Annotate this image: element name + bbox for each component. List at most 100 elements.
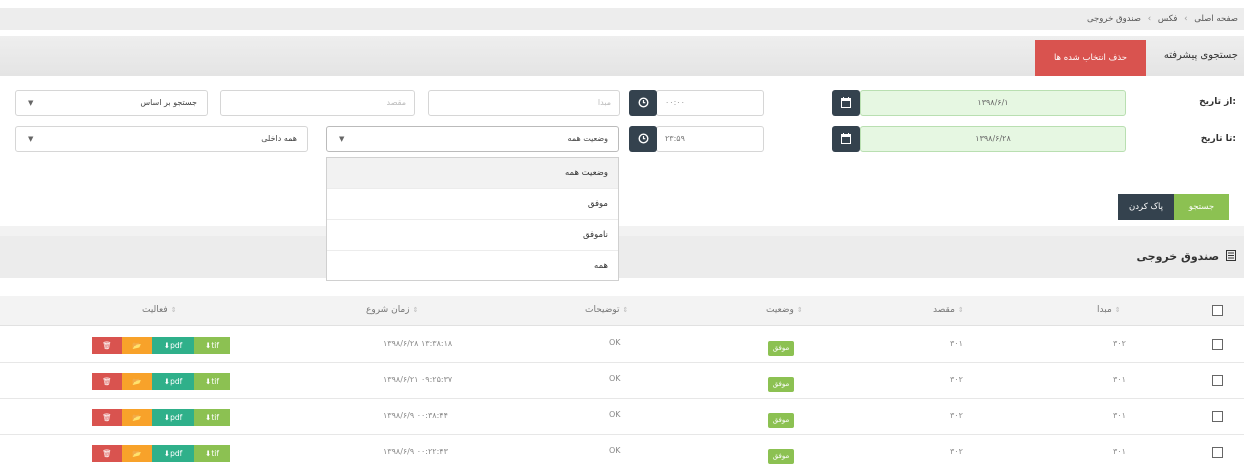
search-by-value: جستجو بر اساس <box>140 98 197 107</box>
breadcrumb-outbox: صندوق خروجی <box>1086 14 1142 24</box>
sort-icon: ⇕ <box>622 306 629 314</box>
trash-icon[interactable]: 🗑 <box>92 409 122 426</box>
download-tif-button[interactable]: ⬇tif <box>194 409 230 426</box>
from-date-input[interactable]: ۱۳۹۸/۶/۱ <box>860 90 1126 116</box>
column-header-activity[interactable]: ⇕فعالیت <box>142 305 177 315</box>
description-cell: OK <box>609 374 621 383</box>
column-header-start-time[interactable]: ⇕زمان شروع <box>366 305 418 315</box>
clock-icon[interactable] <box>629 126 657 152</box>
sort-icon: ⇕ <box>412 306 419 314</box>
download-pdf-button[interactable]: ⬇pdf <box>152 337 194 354</box>
start-time-cell: ۱۳۹۸/۶/۹ ۰۰:۳۸:۴۴ <box>383 411 448 420</box>
internal-select[interactable]: همه داخلی ▼ <box>15 126 308 152</box>
row-actions: 🗑 📂 ⬇pdf ⬇tif <box>92 445 230 462</box>
start-time-cell: ۱۳۹۸/۶/۹ ۰۰:۲۲:۴۳ <box>383 447 448 456</box>
sort-icon: ⇕ <box>957 306 964 314</box>
column-header-origin[interactable]: ⇕مبدا <box>1097 305 1121 315</box>
caret-down-icon: ▼ <box>28 99 34 107</box>
row-checkbox[interactable] <box>1212 339 1223 350</box>
status-badge: موفق <box>768 449 794 464</box>
download-pdf-button[interactable]: ⬇pdf <box>152 445 194 462</box>
clock-icon[interactable] <box>629 90 657 116</box>
origin-input[interactable]: مبدا <box>428 90 620 116</box>
status-badge: موفق <box>768 413 794 428</box>
download-tif-button[interactable]: ⬇tif <box>194 445 230 462</box>
search-by-select[interactable]: جستجو بر اساس ▼ <box>15 90 208 116</box>
origin-cell: ۳۰۱ <box>1113 375 1126 384</box>
status-badge: موفق <box>768 377 794 392</box>
breadcrumb-fax[interactable]: فکس <box>1158 14 1178 24</box>
sort-icon: ⇕ <box>1114 306 1121 314</box>
destination-cell: ۳۰۲ <box>950 411 963 420</box>
origin-cell: ۳۰۱ <box>1113 411 1126 420</box>
row-actions: 🗑 📂 ⬇pdf ⬇tif <box>92 409 230 426</box>
destination-cell: ۳۰۱ <box>950 339 963 348</box>
start-time-cell: ۱۳۹۸/۶/۲۱ ۰۹:۲۵:۳۷ <box>383 375 453 384</box>
from-date-label: از تاریخ: <box>1199 97 1236 107</box>
origin-cell: ۳۰۱ <box>1113 447 1126 456</box>
table-row: ۳۰۲ ۳۰۱ موفق OK ۱۳۹۸/۶/۲۸ ۱۳:۳۸:۱۸ 🗑 📂 ⬇… <box>0 327 1244 363</box>
table-row: ۳۰۱ ۳۰۲ موفق OK ۱۳۹۸/۶/۹ ۰۰:۲۲:۴۳ 🗑 📂 ⬇p… <box>0 435 1244 470</box>
start-time-cell: ۱۳۹۸/۶/۲۸ ۱۳:۳۸:۱۸ <box>383 339 453 348</box>
outbox-panel-header <box>0 236 1244 278</box>
status-badge: موفق <box>768 341 794 356</box>
folder-icon[interactable]: 📂 <box>122 445 152 462</box>
delete-selected-button[interactable]: حذف انتخاب شده ها <box>1035 40 1146 76</box>
calendar-icon[interactable] <box>832 90 860 116</box>
download-pdf-button[interactable]: ⬇pdf <box>152 373 194 390</box>
row-checkbox[interactable] <box>1212 411 1223 422</box>
breadcrumb-separator: › <box>1147 14 1152 24</box>
folder-icon[interactable]: 📂 <box>122 373 152 390</box>
folder-icon[interactable]: 📂 <box>122 337 152 354</box>
status-dropdown-menu: وضعیت همه موفق ناموفق همه <box>326 157 619 281</box>
clear-button[interactable]: پاک کردن <box>1118 194 1174 220</box>
to-date-input[interactable]: ۱۳۹۸/۶/۲۸ <box>860 126 1126 152</box>
outbox-title-text: صندوق خروجی <box>1136 250 1220 263</box>
calendar-icon[interactable] <box>832 126 860 152</box>
column-header-destination[interactable]: ⇕مقصد <box>933 305 964 315</box>
status-option-all[interactable]: همه <box>327 251 618 282</box>
trash-icon[interactable]: 🗑 <box>92 445 122 462</box>
trash-icon[interactable]: 🗑 <box>92 373 122 390</box>
download-pdf-button[interactable]: ⬇pdf <box>152 409 194 426</box>
origin-cell: ۳۰۲ <box>1113 339 1126 348</box>
advanced-search-title: جستجوی پیشرفته <box>1163 50 1238 61</box>
breadcrumb-home[interactable]: صفحه اصلی <box>1194 14 1238 24</box>
description-cell: OK <box>609 338 621 347</box>
destination-cell: ۳۰۲ <box>950 375 963 384</box>
outbox-title: صندوق خروجی <box>1137 250 1236 263</box>
row-actions: 🗑 📂 ⬇pdf ⬇tif <box>92 373 230 390</box>
download-tif-button[interactable]: ⬇tif <box>194 337 230 354</box>
from-time-input[interactable]: ۰۰:۰۰ <box>656 90 764 116</box>
internal-select-value: همه داخلی <box>261 134 297 143</box>
trash-icon[interactable]: 🗑 <box>92 337 122 354</box>
search-button[interactable]: جستجو <box>1174 194 1229 220</box>
status-option-failed[interactable]: ناموفق <box>327 220 618 251</box>
select-all-checkbox[interactable] <box>1212 305 1223 316</box>
folder-icon[interactable]: 📂 <box>122 409 152 426</box>
row-actions: 🗑 📂 ⬇pdf ⬇tif <box>92 337 230 354</box>
table-row: ۳۰۱ ۳۰۲ موفق OK ۱۳۹۸/۶/۹ ۰۰:۳۸:۴۴ 🗑 📂 ⬇p… <box>0 399 1244 435</box>
status-option-success[interactable]: موفق <box>327 189 618 220</box>
sort-icon: ⇕ <box>796 306 803 314</box>
breadcrumb-separator: › <box>1184 14 1188 24</box>
row-checkbox[interactable] <box>1212 375 1223 386</box>
destination-cell: ۳۰۲ <box>950 447 963 456</box>
column-header-description[interactable]: ⇕توضیحات <box>585 305 628 315</box>
destination-input[interactable]: مقصد <box>220 90 415 116</box>
description-cell: OK <box>609 446 621 455</box>
caret-down-icon: ▼ <box>339 135 345 143</box>
column-header-status[interactable]: ⇕وضعیت <box>766 305 803 315</box>
list-icon <box>1226 250 1236 261</box>
download-tif-button[interactable]: ⬇tif <box>194 373 230 390</box>
breadcrumb: صفحه اصلی › فکس › صندوق خروجی <box>0 8 1244 30</box>
status-select-value: وضعیت همه <box>567 134 608 143</box>
to-date-label: تا تاریخ: <box>1200 134 1236 144</box>
to-time-input[interactable]: ۲۳:۵۹ <box>656 126 764 152</box>
description-cell: OK <box>609 410 621 419</box>
status-select[interactable]: وضعیت همه ▼ <box>326 126 619 152</box>
row-checkbox[interactable] <box>1212 447 1223 458</box>
table-row: ۳۰۱ ۳۰۲ موفق OK ۱۳۹۸/۶/۲۱ ۰۹:۲۵:۳۷ 🗑 📂 ⬇… <box>0 363 1244 399</box>
sort-icon: ⇕ <box>170 306 177 314</box>
status-option-all-status[interactable]: وضعیت همه <box>327 158 618 189</box>
